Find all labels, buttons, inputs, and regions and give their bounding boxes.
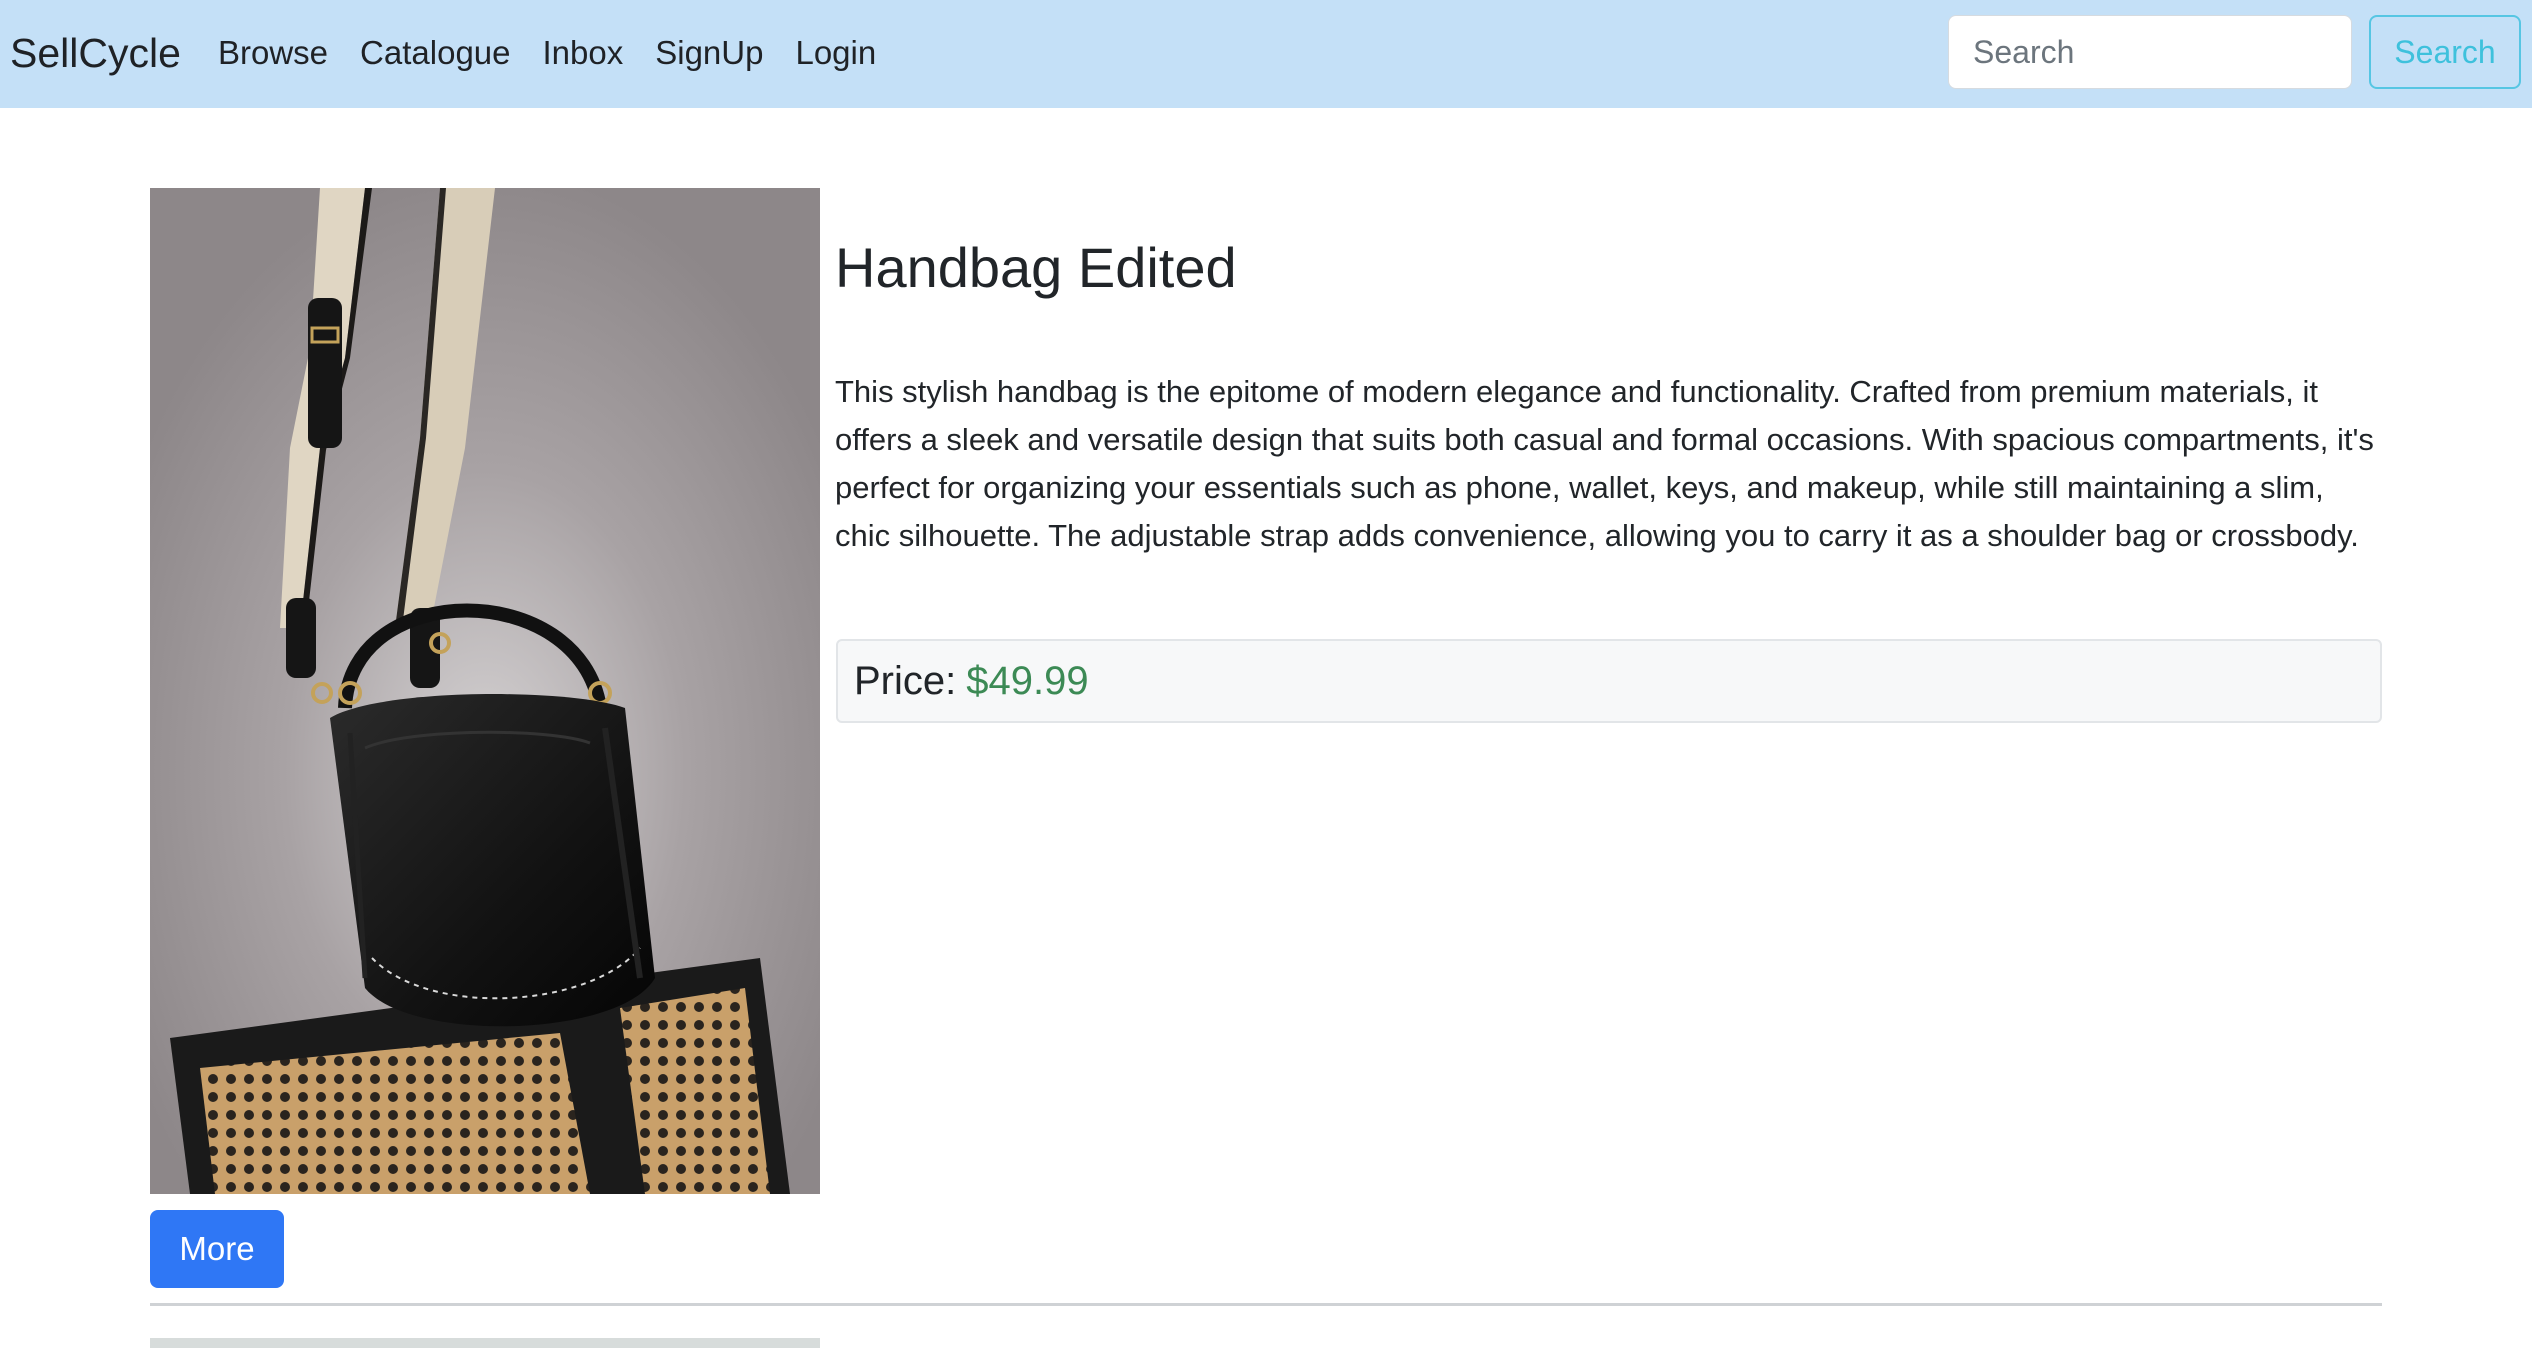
nav-link-signup[interactable]: SignUp xyxy=(655,30,763,76)
nav-link-browse[interactable]: Browse xyxy=(218,30,328,76)
product-image xyxy=(150,188,820,1194)
nav-link-login[interactable]: Login xyxy=(795,30,876,76)
navbar: SellCycle Browse Catalogue Inbox SignUp … xyxy=(0,0,2532,108)
product-description: This stylish handbag is the epitome of m… xyxy=(835,374,2374,553)
nav-link-inbox[interactable]: Inbox xyxy=(543,30,624,76)
divider xyxy=(150,1303,2382,1306)
product-title: Handbag Edited xyxy=(835,236,1237,299)
search-button[interactable]: Search xyxy=(2369,15,2521,89)
brand-logo[interactable]: SellCycle xyxy=(10,24,181,82)
more-button[interactable]: More xyxy=(150,1210,284,1288)
search-input[interactable] xyxy=(1948,15,2352,89)
price-box: Price: $49.99 xyxy=(836,639,2382,723)
price-label: Price: xyxy=(854,658,957,703)
next-item-image-preview xyxy=(150,1338,820,1348)
nav-link-catalogue[interactable]: Catalogue xyxy=(360,30,510,76)
price-value: $49.99 xyxy=(966,658,1089,703)
nav-links: Browse Catalogue Inbox SignUp Login xyxy=(218,30,908,76)
handbag-photo xyxy=(150,188,820,1194)
